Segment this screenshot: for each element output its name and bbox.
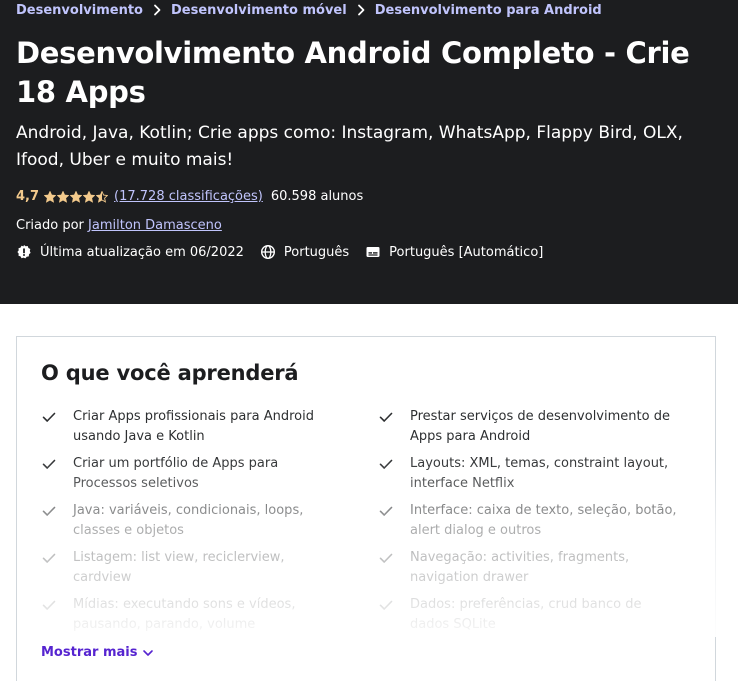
- learn-item-text: Layouts: XML, temas, constraint layout, …: [410, 456, 669, 491]
- star-icon: [57, 190, 70, 203]
- learn-item: Criar um portfólio de Apps para Processo…: [41, 454, 341, 493]
- breadcrumb: Desenvolvimento Desenvolvimento móvel De…: [16, 2, 602, 18]
- instructor-link[interactable]: Jamilton Damasceno: [88, 218, 222, 233]
- breadcrumb-item-desenvolvimento[interactable]: Desenvolvimento: [16, 3, 143, 18]
- learn-item: Prestar serviços de desenvolvimento de A…: [378, 407, 678, 446]
- learn-item: Java: variáveis, condicionais, loops, cl…: [41, 501, 341, 540]
- learn-item-text: Java: variáveis, condicionais, loops, cl…: [73, 503, 304, 538]
- star-icon: [44, 190, 57, 203]
- rating-value: 4,7: [16, 189, 40, 204]
- show-more-label: Mostrar mais: [41, 645, 138, 660]
- check-icon: [41, 503, 57, 519]
- last-updated-text: Última atualização em 06/2022: [40, 244, 244, 260]
- learn-item-text: Dados: preferências, crud banco de dados…: [410, 597, 642, 632]
- learn-item: Navegação: activities, fragments, naviga…: [378, 548, 678, 587]
- star-icon: [96, 190, 109, 203]
- learn-item-text: Navegação: activities, fragments, naviga…: [410, 550, 630, 585]
- star-icon: [70, 190, 83, 203]
- course-title: Desenvolvimento Android Completo - Crie …: [16, 36, 690, 109]
- check-icon: [41, 550, 57, 566]
- star-icon: [83, 190, 96, 203]
- alert-badge-icon: [17, 245, 31, 259]
- chevron-down-icon: [143, 649, 154, 656]
- learn-item: Interface: caixa de texto, seleção, botã…: [378, 501, 678, 540]
- creator-row: Criado por Jamilton Damasceno: [16, 218, 222, 233]
- check-icon: [378, 456, 394, 472]
- learn-item-text: Interface: caixa de texto, seleção, botã…: [410, 503, 677, 538]
- created-by-label: Criado por: [16, 218, 84, 233]
- show-more-button[interactable]: Mostrar mais: [41, 645, 155, 660]
- check-icon: [41, 409, 57, 425]
- closed-captions-icon: [366, 247, 380, 257]
- language-text: Português: [283, 244, 350, 260]
- course-header: Desenvolvimento Desenvolvimento móvel De…: [0, 0, 738, 304]
- check-icon: [41, 597, 57, 613]
- chevron-right-icon: [353, 2, 369, 18]
- last-updated: Última atualização em 06/2022: [16, 244, 244, 260]
- check-icon: [378, 409, 394, 425]
- rating-stars: [44, 190, 109, 203]
- captions-text: Português [Automático]: [389, 244, 544, 260]
- chevron-right-icon: [149, 2, 165, 18]
- breadcrumb-item-desenvolvimento-movel[interactable]: Desenvolvimento móvel: [171, 3, 347, 18]
- students-count: 60.598 alunos: [270, 189, 364, 204]
- learn-item-text: Criar um portfólio de Apps para Processo…: [73, 456, 279, 491]
- globe-icon: [260, 244, 275, 260]
- learn-item: Criar Apps profissionais para Android us…: [41, 407, 341, 446]
- course-language: Português: [260, 244, 349, 260]
- check-icon: [378, 550, 394, 566]
- learn-item-text: Mídias: executando sons e vídeos, pausan…: [73, 597, 296, 632]
- check-icon: [41, 456, 57, 472]
- learn-heading: O que você aprenderá: [41, 361, 299, 385]
- ratings-count-link[interactable]: (17.728 classificações): [114, 189, 263, 204]
- breadcrumb-item-android[interactable]: Desenvolvimento para Android: [375, 3, 602, 18]
- learn-item: Dados: preferências, crud banco de dados…: [378, 595, 678, 634]
- learn-item-text: Criar Apps profissionais para Android us…: [73, 409, 314, 444]
- check-icon: [378, 597, 394, 613]
- course-captions: Português [Automático]: [365, 244, 543, 260]
- course-meta: Última atualização em 06/2022 Português …: [16, 244, 559, 260]
- learn-item: Listagem: list view, reciclerview, cardv…: [41, 548, 341, 587]
- learn-item: Mídias: executando sons e vídeos, pausan…: [41, 595, 341, 634]
- learn-item-text: Listagem: list view, reciclerview, cardv…: [73, 550, 285, 585]
- course-subtitle: Android, Java, Kotlin; Crie apps como: I…: [16, 123, 683, 170]
- learn-list: Criar Apps profissionais para Android us…: [41, 407, 691, 639]
- learn-item-text: Prestar serviços de desenvolvimento de A…: [410, 409, 670, 444]
- learn-item: Layouts: XML, temas, constraint layout, …: [378, 454, 678, 493]
- what-you-will-learn: O que você aprenderá Criar Apps profissi…: [16, 336, 717, 681]
- rating-row: 4,7 (17.728 classificações) 60.598 aluno…: [16, 189, 363, 204]
- check-icon: [378, 503, 394, 519]
